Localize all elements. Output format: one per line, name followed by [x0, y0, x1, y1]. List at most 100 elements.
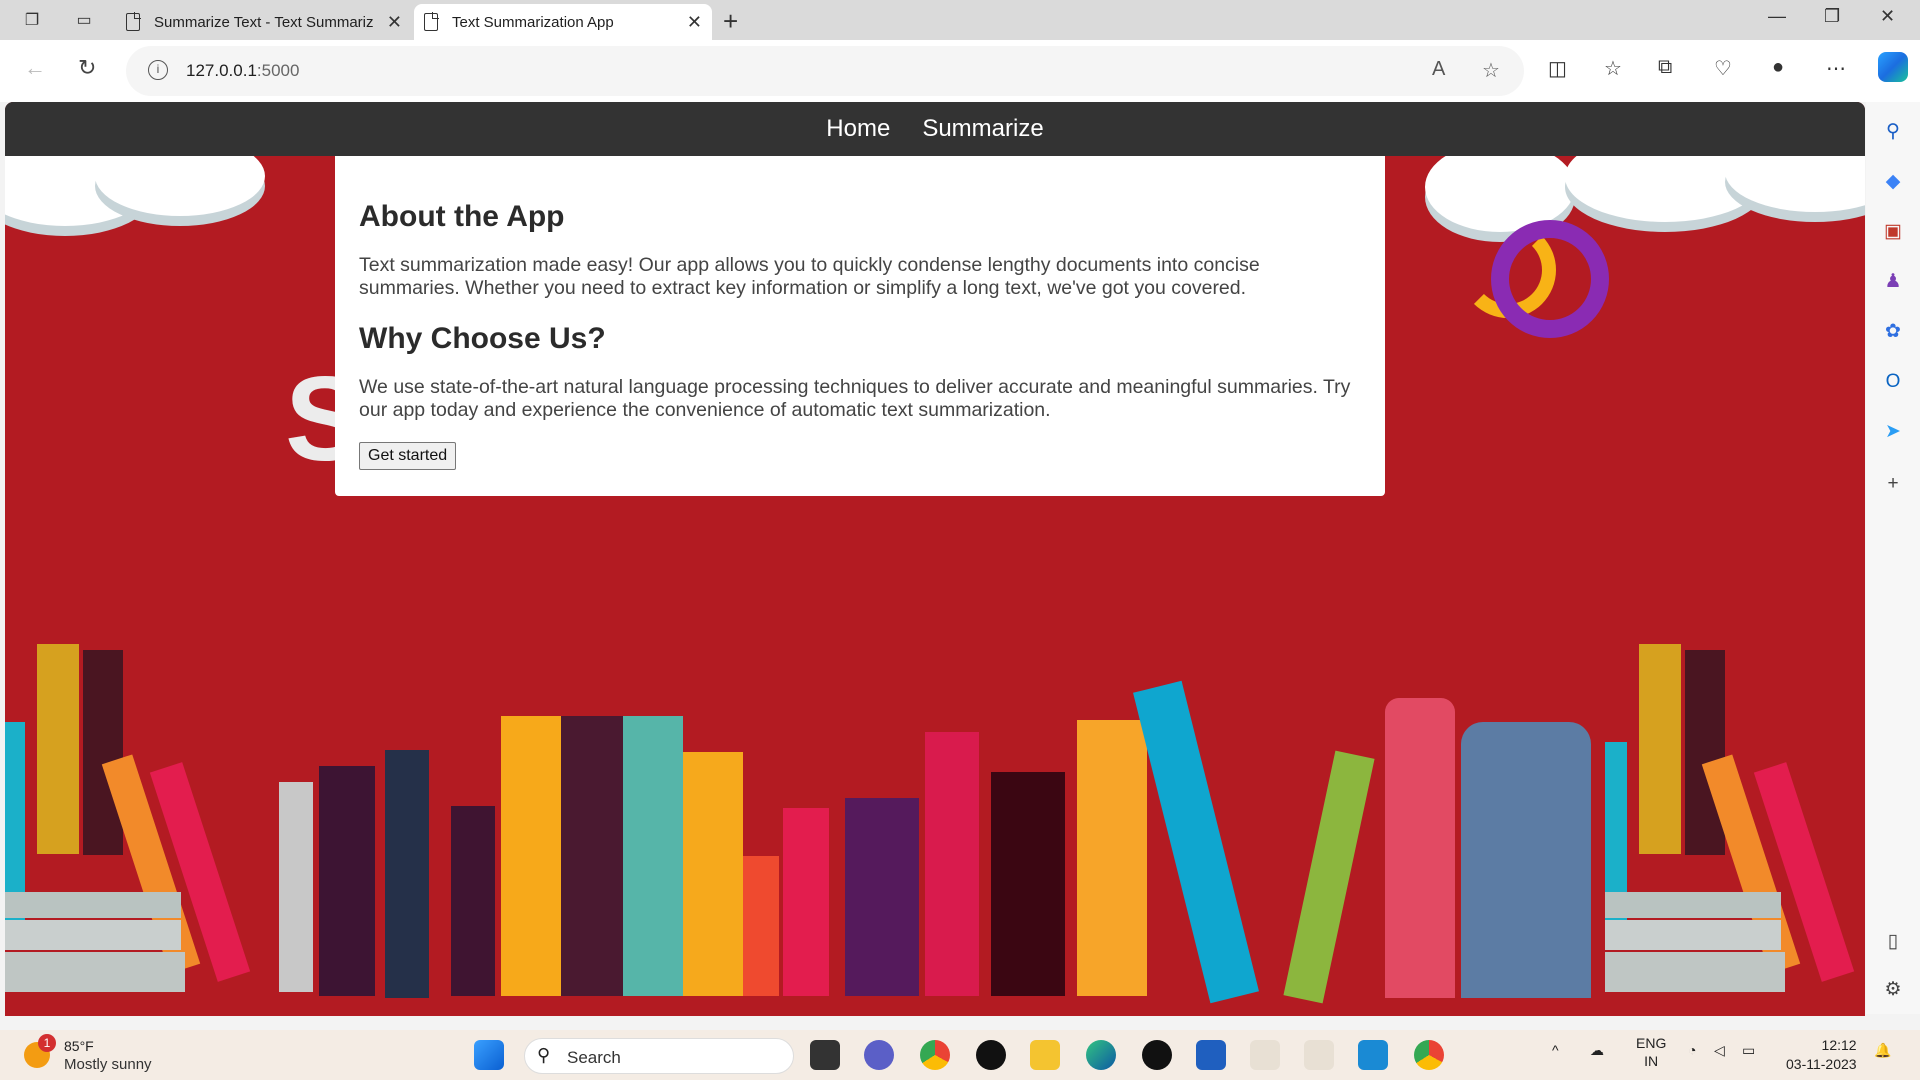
book-decoration — [623, 716, 683, 996]
wifi-icon[interactable]: ◔ — [1688, 1042, 1696, 1058]
tab-title: Text Summarization App — [452, 13, 614, 31]
store-icon[interactable] — [1196, 1040, 1226, 1070]
address-bar[interactable]: i 127.0.0.1:5000 A ☆ — [126, 46, 1524, 96]
taskbar-search[interactable]: ⚲ Search — [524, 1038, 794, 1074]
copilot-icon[interactable] — [1878, 52, 1908, 82]
page-icon — [424, 12, 439, 31]
minimize-icon[interactable]: — — [1768, 6, 1786, 27]
book-decoration — [561, 716, 623, 996]
shopping-tag-icon[interactable]: ◆ — [1881, 170, 1905, 194]
hide-sidebar-icon[interactable]: ▯ — [1881, 930, 1905, 954]
add-sidebar-app-icon[interactable]: + — [1881, 472, 1905, 496]
close-tab-icon[interactable]: ✕ — [687, 12, 702, 33]
book-decoration — [991, 772, 1065, 996]
clock-time: 12:12 — [1821, 1037, 1857, 1053]
nxtwave-icon[interactable] — [1304, 1040, 1334, 1070]
read-aloud-icon[interactable]: A — [1432, 58, 1445, 81]
show-hidden-icons-icon[interactable]: ^ — [1552, 1042, 1559, 1058]
book-decoration — [279, 782, 313, 992]
about-card: About the App Text summarization made ea… — [335, 156, 1385, 496]
tab-text-summarization-app[interactable]: Text Summarization App ✕ — [414, 4, 712, 40]
chrome-icon[interactable] — [1414, 1040, 1444, 1070]
workspaces-icon[interactable]: ❐ — [18, 6, 46, 34]
about-text: Text summarization made easy! Our app al… — [359, 254, 1260, 299]
nav-summarize-link[interactable]: Summarize — [922, 115, 1043, 143]
start-windows-icon[interactable] — [474, 1040, 504, 1070]
book-decoration — [925, 732, 979, 996]
book-stack — [5, 892, 181, 918]
task-view-icon[interactable] — [810, 1040, 840, 1070]
outlook-icon[interactable]: O — [1881, 370, 1905, 394]
onedrive-cloud-icon[interactable]: ☁ — [1590, 1042, 1604, 1059]
notification-bell-icon[interactable]: 🔔 — [1874, 1042, 1891, 1059]
weather-temperature: 85°F — [64, 1038, 94, 1054]
why-heading: Why Choose Us? — [359, 322, 606, 355]
file-explorer-icon[interactable] — [1030, 1040, 1060, 1070]
book-decoration — [37, 644, 79, 854]
tab-strip: ❐ ▭ Summarize Text - Text Summariz ✕ Tex… — [0, 0, 1920, 40]
games-icon[interactable]: ♟ — [1881, 270, 1905, 294]
nav-home-link[interactable]: Home — [826, 115, 890, 143]
book-decoration — [683, 752, 743, 996]
book-stack — [5, 952, 185, 992]
split-screen-icon[interactable]: ◫ — [1548, 56, 1567, 81]
new-tab-icon[interactable]: + — [723, 6, 738, 37]
chat-icon[interactable] — [864, 1040, 894, 1070]
book-decoration — [1461, 722, 1591, 998]
close-tab-icon[interactable]: ✕ — [387, 12, 402, 33]
search-icon: ⚲ — [537, 1045, 551, 1065]
tab-summarize-text[interactable]: Summarize Text - Text Summariz ✕ — [116, 4, 412, 40]
tab-actions-icon[interactable]: ▭ — [70, 6, 98, 34]
tab-title: Summarize Text - Text Summariz — [154, 13, 374, 31]
web-viewport: SU Home Summarize About the App Text sum… — [5, 102, 1865, 1016]
github-icon[interactable] — [976, 1040, 1006, 1070]
language-indicator[interactable]: ENG IN — [1636, 1034, 1666, 1070]
browser-essentials-icon[interactable]: ♡ — [1714, 56, 1732, 81]
book-decoration — [743, 856, 779, 996]
book-decoration — [1283, 750, 1375, 1004]
browser-toolbar: ← ↻ i 127.0.0.1:5000 A ☆ ◫ ☆ ⧉ ♡ ● ⋯ — [0, 40, 1920, 102]
dell-icon[interactable] — [1142, 1040, 1172, 1070]
site-info-icon[interactable]: i — [148, 60, 168, 80]
vscode-icon[interactable] — [1358, 1040, 1388, 1070]
book-decoration — [1133, 680, 1259, 1004]
collections-icon[interactable]: ⧉ — [1658, 56, 1672, 79]
close-window-icon[interactable]: ✕ — [1880, 6, 1895, 27]
page-icon — [126, 12, 141, 31]
notification-badge: 1 — [38, 1034, 56, 1052]
book-decoration — [1639, 644, 1681, 854]
book-stack — [1605, 892, 1781, 918]
book-stack — [5, 920, 181, 950]
tools-icon[interactable]: ▣ — [1881, 220, 1905, 244]
book-stack — [1605, 952, 1785, 992]
windows-taskbar: 1 85°F Mostly sunny ⚲ Search ^ ☁ ENG IN … — [0, 1030, 1920, 1080]
profile-icon[interactable]: ● — [1772, 56, 1784, 79]
battery-icon[interactable]: ▭ — [1742, 1042, 1755, 1059]
about-heading: About the App — [359, 200, 565, 233]
send-icon[interactable]: ➤ — [1881, 420, 1905, 444]
nxtwave-icon[interactable] — [1250, 1040, 1280, 1070]
refresh-icon[interactable]: ↻ — [78, 55, 96, 81]
decorative-ring — [1491, 220, 1609, 338]
restore-icon[interactable]: ❐ — [1824, 6, 1840, 27]
get-started-button[interactable]: Get started — [359, 442, 457, 470]
site-navbar: Home Summarize — [5, 102, 1865, 156]
volume-icon[interactable]: ◁ — [1714, 1042, 1725, 1059]
back-icon[interactable]: ← — [24, 55, 46, 81]
book-decoration — [783, 808, 829, 996]
book-decoration — [319, 766, 375, 996]
why-text: We use state-of-the-art natural language… — [359, 376, 1351, 421]
favorite-star-icon[interactable]: ☆ — [1482, 58, 1500, 83]
book-decoration — [501, 716, 561, 996]
favorites-icon[interactable]: ☆ — [1604, 56, 1622, 81]
copilot-apps-icon[interactable]: ✿ — [1881, 320, 1905, 344]
edge-icon[interactable] — [1086, 1040, 1116, 1070]
url-text[interactable]: 127.0.0.1:5000 — [186, 61, 299, 81]
settings-gear-icon[interactable]: ⚙ — [1881, 978, 1905, 1002]
book-decoration — [1077, 720, 1147, 996]
search-icon[interactable]: ⚲ — [1881, 120, 1905, 144]
book-decoration — [83, 650, 123, 855]
system-clock[interactable]: 12:12 03-11-2023 — [1786, 1036, 1857, 1074]
chrome-icon[interactable] — [920, 1040, 950, 1070]
more-options-icon[interactable]: ⋯ — [1826, 56, 1846, 81]
